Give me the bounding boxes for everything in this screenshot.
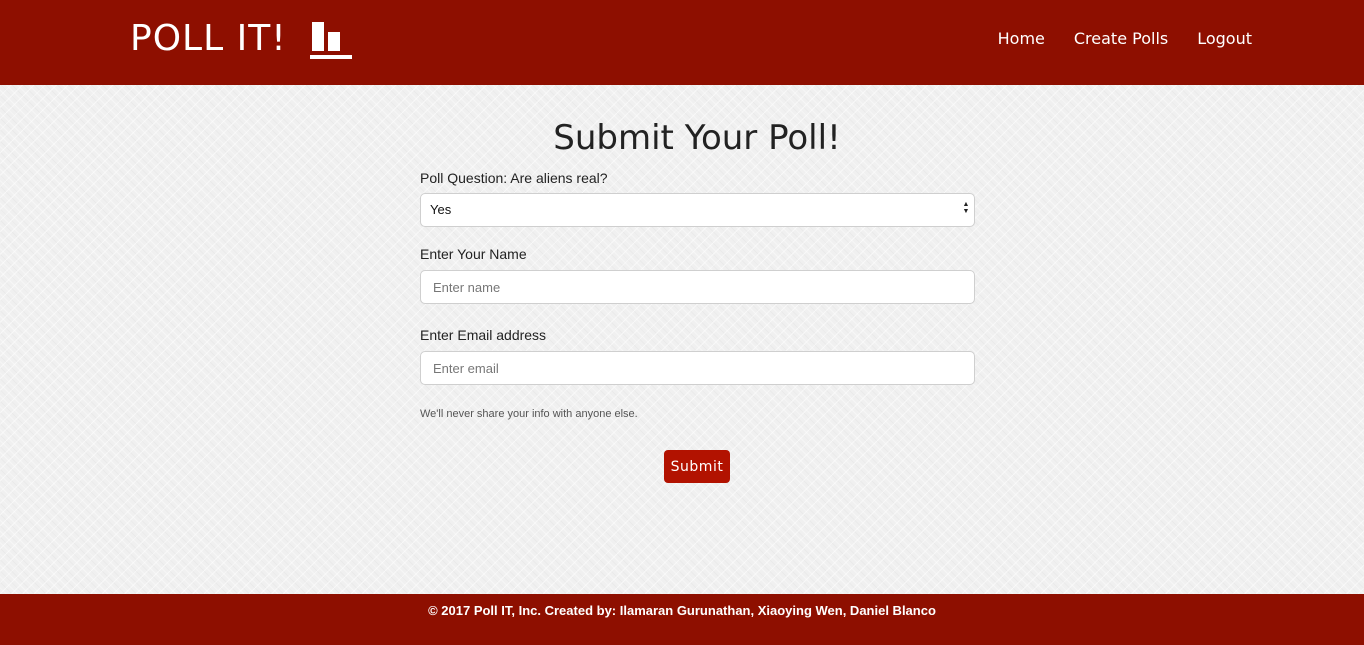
email-input[interactable] <box>420 351 975 385</box>
email-label: Enter Email address <box>420 327 547 343</box>
select-updown-icon: ▲ ▼ <box>962 201 970 215</box>
bar-chart-icon <box>309 22 352 59</box>
nav-home-link[interactable]: Home <box>998 28 1045 50</box>
nav-create-polls-link[interactable]: Create Polls <box>1074 28 1168 50</box>
privacy-help-text: We'll never share your info with anyone … <box>420 408 638 420</box>
brand-logo[interactable]: POLL IT! <box>130 16 353 62</box>
poll-question-label: Poll Question: Are aliens real? <box>420 170 608 186</box>
page-background: POLL IT! Home Create Polls Logout Submit… <box>0 0 1364 645</box>
navbar: POLL IT! Home Create Polls Logout <box>0 0 1364 85</box>
footer: © 2017 Poll IT, Inc. Created by: Ilamara… <box>0 594 1364 645</box>
nav-menu: Home Create Polls Logout <box>969 28 1252 50</box>
submit-button[interactable]: Submit <box>664 450 730 483</box>
name-label: Enter Your Name <box>420 246 527 262</box>
poll-answer-selected-value: Yes <box>430 202 452 217</box>
nav-logout-link[interactable]: Logout <box>1197 28 1252 50</box>
brand-name: POLL IT! <box>130 18 287 59</box>
name-input[interactable] <box>420 270 975 304</box>
page-title: Submit Your Poll! <box>553 118 841 158</box>
poll-submit-form: Poll Question: Are aliens real? Yes ▲ ▼ E… <box>420 168 975 420</box>
poll-answer-select[interactable]: Yes ▲ ▼ <box>420 193 975 227</box>
footer-copyright: © 2017 Poll IT, Inc. Created by: Ilamara… <box>428 603 936 618</box>
